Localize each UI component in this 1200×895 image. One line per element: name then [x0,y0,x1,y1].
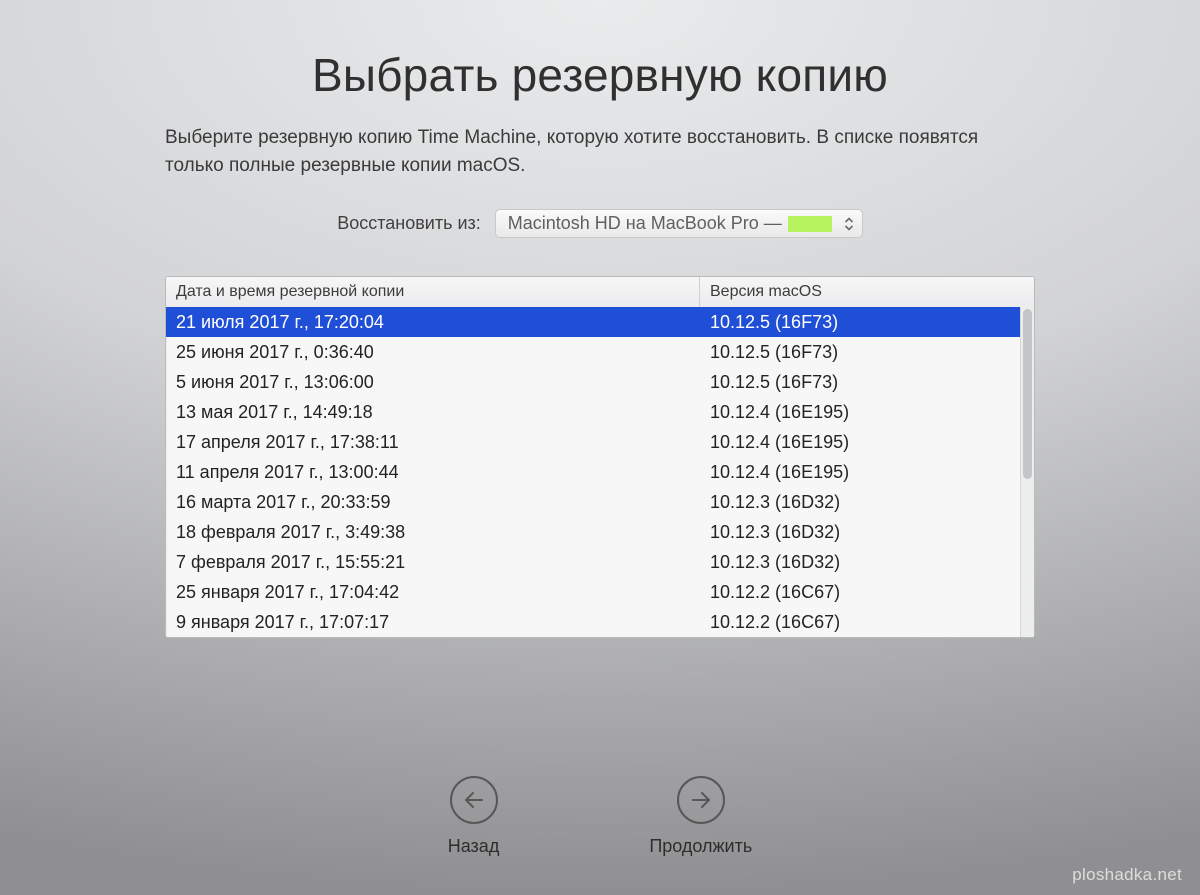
watermark: ploshadka.net [1072,865,1182,885]
cell-version: 10.12.3 (16D32) [700,522,1020,543]
cell-version: 10.12.4 (16E195) [700,462,1020,483]
table-row[interactable]: 17 апреля 2017 г., 17:38:1110.12.4 (16E1… [166,427,1020,457]
cell-version: 10.12.4 (16E195) [700,402,1020,423]
cell-version: 10.12.3 (16D32) [700,552,1020,573]
cell-date: 11 апреля 2017 г., 13:00:44 [166,462,700,483]
table-header: Дата и время резервной копии Версия macO… [166,277,1034,308]
table-row[interactable]: 5 июня 2017 г., 13:06:0010.12.5 (16F73) [166,367,1020,397]
back-button[interactable]: Назад [448,776,500,857]
cell-date: 18 февраля 2017 г., 3:49:38 [166,522,700,543]
arrow-left-icon [450,776,498,824]
cell-date: 21 июля 2017 г., 17:20:04 [166,312,700,333]
restore-source-highlight [788,216,832,232]
page-subtitle: Выберите резервную копию Time Machine, к… [165,124,1035,179]
scrollbar-thumb[interactable] [1023,309,1032,479]
cell-version: 10.12.2 (16C67) [700,612,1020,633]
table-row[interactable]: 9 января 2017 г., 17:07:1710.12.2 (16C67… [166,607,1020,637]
cell-date: 7 февраля 2017 г., 15:55:21 [166,552,700,573]
col-header-date[interactable]: Дата и время резервной копии [166,277,700,307]
table-row[interactable]: 7 февраля 2017 г., 15:55:2110.12.3 (16D3… [166,547,1020,577]
cell-date: 9 января 2017 г., 17:07:17 [166,612,700,633]
restore-source-select[interactable]: Macintosh HD на MacBook Pro — [495,209,863,238]
continue-label: Продолжить [649,836,752,857]
table-row[interactable]: 13 мая 2017 г., 14:49:1810.12.4 (16E195) [166,397,1020,427]
restore-source-label: Восстановить из: [337,213,481,234]
table-row[interactable]: 25 января 2017 г., 17:04:4210.12.2 (16C6… [166,577,1020,607]
cell-version: 10.12.2 (16C67) [700,582,1020,603]
scrollbar[interactable] [1020,307,1034,637]
table-row[interactable]: 25 июня 2017 г., 0:36:4010.12.5 (16F73) [166,337,1020,367]
arrow-right-icon [677,776,725,824]
backup-list-panel: Дата и время резервной копии Версия macO… [165,276,1035,638]
table-row[interactable]: 16 марта 2017 г., 20:33:5910.12.3 (16D32… [166,487,1020,517]
restore-source-row: Восстановить из: Macintosh HD на MacBook… [337,209,863,238]
table-body: 21 июля 2017 г., 17:20:0410.12.5 (16F73)… [166,307,1020,637]
cell-version: 10.12.4 (16E195) [700,432,1020,453]
table-row[interactable]: 18 февраля 2017 г., 3:49:3810.12.3 (16D3… [166,517,1020,547]
table-row[interactable]: 21 июля 2017 г., 17:20:0410.12.5 (16F73) [166,307,1020,337]
cell-version: 10.12.5 (16F73) [700,312,1020,333]
cell-date: 25 января 2017 г., 17:04:42 [166,582,700,603]
cell-version: 10.12.3 (16D32) [700,492,1020,513]
chevron-updown-icon [844,216,854,232]
cell-date: 17 апреля 2017 г., 17:38:11 [166,432,700,453]
continue-button[interactable]: Продолжить [649,776,752,857]
cell-date: 5 июня 2017 г., 13:06:00 [166,372,700,393]
cell-date: 25 июня 2017 г., 0:36:40 [166,342,700,363]
cell-date: 16 марта 2017 г., 20:33:59 [166,492,700,513]
page-title: Выбрать резервную копию [312,48,888,102]
col-header-version[interactable]: Версия macOS [700,277,1034,307]
back-label: Назад [448,836,500,857]
cell-version: 10.12.5 (16F73) [700,342,1020,363]
cell-date: 13 мая 2017 г., 14:49:18 [166,402,700,423]
restore-source-selected: Macintosh HD на MacBook Pro — [508,213,782,234]
table-row[interactable]: 11 апреля 2017 г., 13:00:4410.12.4 (16E1… [166,457,1020,487]
cell-version: 10.12.5 (16F73) [700,372,1020,393]
